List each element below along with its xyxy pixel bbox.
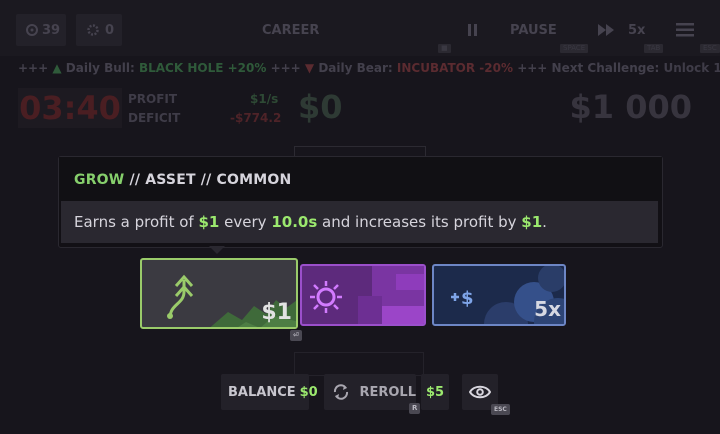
grow-arrow-icon <box>167 274 194 319</box>
tooltip-description: Earns a profit of $1 every 10.0s and inc… <box>74 213 547 231</box>
card-type: GROW <box>74 172 125 188</box>
bull-value: BLACK HOLE +20% <box>138 61 267 75</box>
pause-icon[interactable] <box>468 16 478 44</box>
card-price: $1 <box>261 300 292 325</box>
card-tooltip: GROW // ASSET // COMMON Earns a profit o… <box>58 156 663 248</box>
svg-text:$: $ <box>461 288 474 309</box>
card-grow[interactable]: $1 <box>140 258 298 329</box>
goal-display: $1 000 <box>569 88 692 126</box>
gems-display: 0 <box>87 16 114 44</box>
plus-dollar-icon: $ <box>451 288 474 309</box>
eye-icon <box>469 385 491 399</box>
key-hint-tab: TAB <box>644 44 664 53</box>
reroll-cost: $5 <box>421 374 449 410</box>
card-multiplier: 5x <box>534 297 561 321</box>
menu-icon[interactable] <box>676 16 694 44</box>
cash-display: $0 <box>298 88 343 126</box>
key-hint-esc: ESC <box>700 44 720 53</box>
tooltip-header: GROW // ASSET // COMMON <box>59 157 662 201</box>
card-category: ASSET <box>145 172 196 188</box>
ticker-line: +++ ▲ Daily Bull: BLACK HOLE +20% +++ ▼ … <box>18 61 720 75</box>
profit-value: $1/s <box>250 92 279 106</box>
deficit-label: DEFICIT <box>128 111 181 125</box>
deficit-value: -$774.2 <box>230 111 282 125</box>
gems-value: 0 <box>105 22 115 38</box>
esc-key-hint: ESC <box>491 404 510 415</box>
news-ticker: +++ ▲ Daily Bull: BLACK HOLE +20% +++ ▼ … <box>0 58 720 78</box>
gear-icon <box>87 24 99 36</box>
bear-label: Daily Bear: <box>318 61 393 75</box>
card-purple[interactable] <box>300 264 426 326</box>
level-value: 39 <box>42 22 61 38</box>
expand-circle-icon <box>310 281 342 313</box>
bull-label: Daily Bull: <box>65 61 135 75</box>
round-timer: 03:40 <box>18 88 122 128</box>
tooltip-title: GROW // ASSET // COMMON <box>74 172 292 188</box>
tooltip-body: Earns a profit of $1 every 10.0s and inc… <box>61 201 658 243</box>
challenge-label: Next Challenge: <box>551 61 660 75</box>
bear-value: INCUBATOR -20% <box>396 61 513 75</box>
reroll-label: REROLL <box>359 384 416 400</box>
speed-value: 5x <box>628 22 646 38</box>
level-display: 39 <box>26 16 60 44</box>
key-hint-space: SPACE <box>560 44 589 53</box>
reroll-key-hint: R <box>409 403 421 414</box>
profit-label: PROFIT <box>128 92 178 106</box>
mode-label: CAREER <box>262 22 320 38</box>
challenge-value: Unlock 15 cards <box>663 61 720 75</box>
enter-key-hint: ⏎ <box>290 330 302 341</box>
speed-control[interactable]: 5x <box>598 16 645 44</box>
board-slot <box>294 352 424 376</box>
fast-forward-icon <box>598 24 614 36</box>
balance-display: BALANCE $0 <box>221 374 318 410</box>
target-icon <box>26 24 38 36</box>
balance-value: $0 <box>299 384 318 400</box>
card-blue[interactable]: $ 5x <box>432 264 566 326</box>
balance-label: BALANCE <box>228 384 296 400</box>
reroll-icon <box>333 384 349 400</box>
key-hint: ■ <box>438 44 451 53</box>
pause-button[interactable]: PAUSE <box>510 16 557 44</box>
reroll-button[interactable]: REROLL <box>324 374 416 410</box>
top-bar: 39 0 CAREER ■ PAUSE SPACE 5x TAB ESC <box>0 0 720 56</box>
card-rarity: COMMON <box>216 172 292 188</box>
tooltip-arrow <box>209 246 225 254</box>
